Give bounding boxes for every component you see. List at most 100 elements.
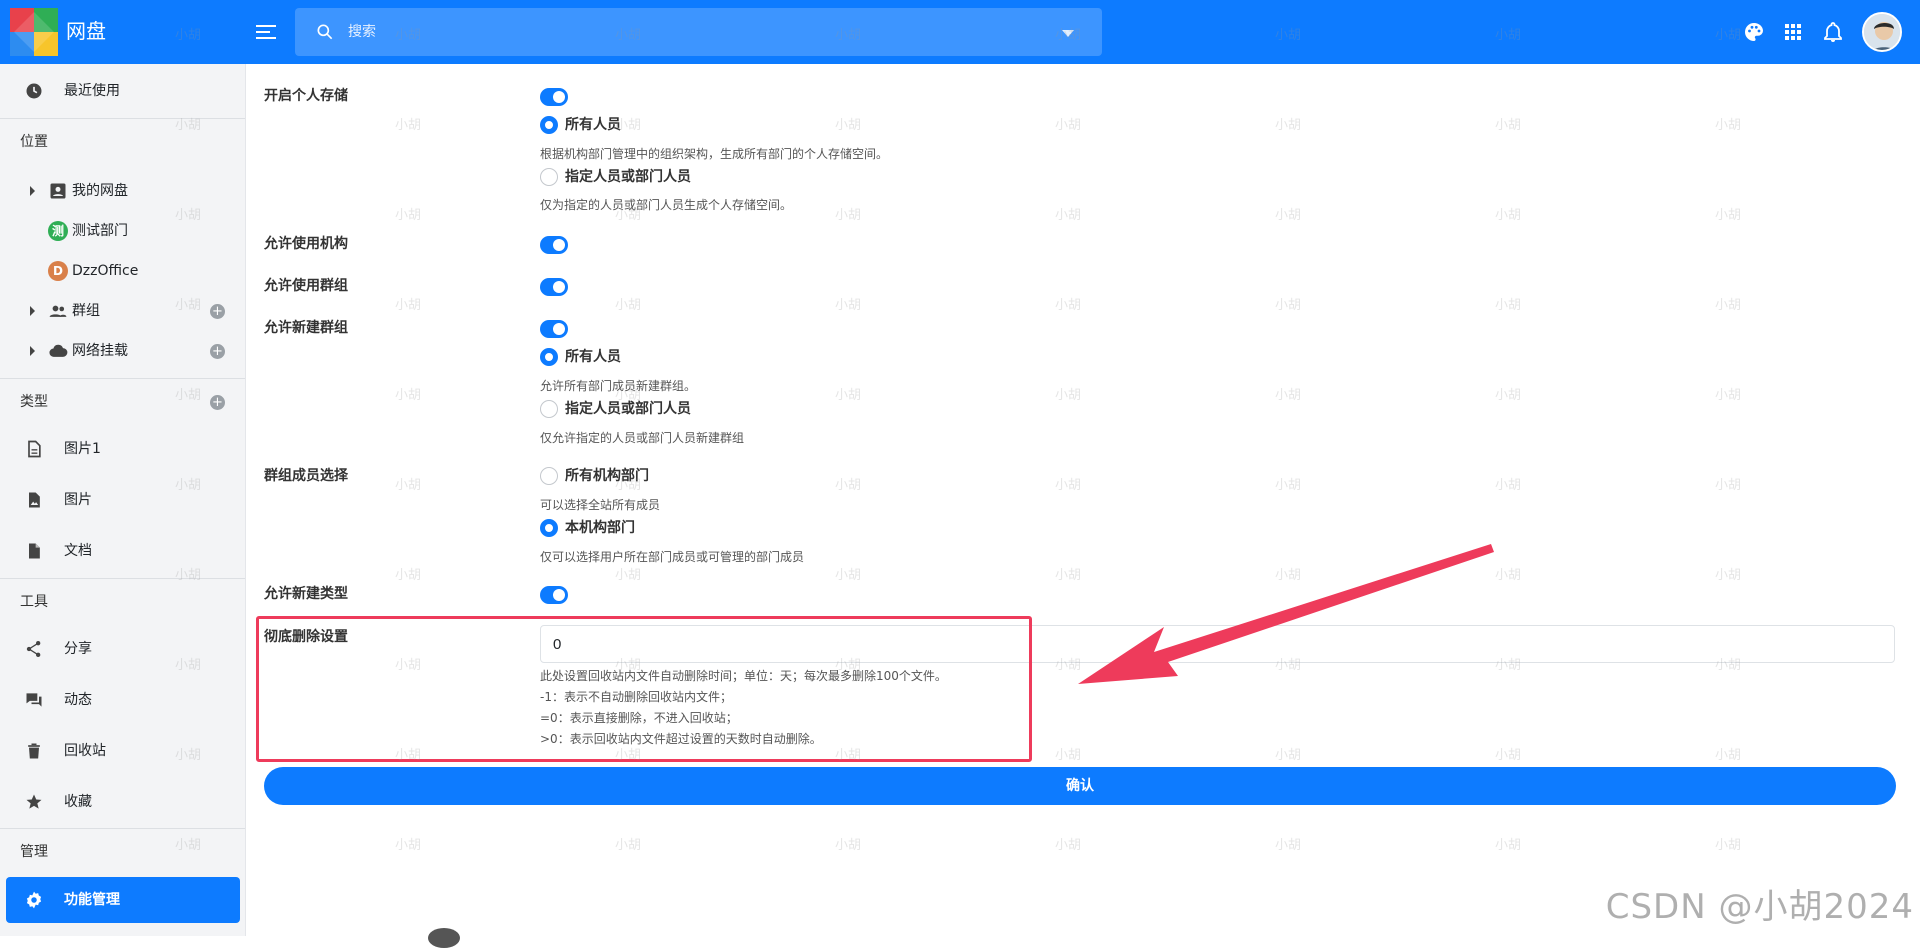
sidebar-item-feature-management[interactable]: 功能管理 bbox=[6, 877, 240, 923]
dept-badge-icon: 测 bbox=[48, 221, 68, 241]
allow-group-toggle[interactable] bbox=[540, 278, 568, 296]
sidebar-item-label: 收藏 bbox=[64, 792, 92, 812]
personal-storage-radio-all[interactable]: 所有人员 bbox=[540, 114, 940, 136]
hint-text: 仅可以选择用户所在部门成员或可管理的部门成员 bbox=[540, 549, 804, 565]
apps-grid-icon[interactable] bbox=[1781, 20, 1805, 44]
divider bbox=[0, 378, 245, 379]
sidebar-item-recent[interactable]: 最近使用 bbox=[0, 68, 245, 114]
allow-new-group-toggle[interactable] bbox=[540, 320, 568, 338]
sidebar-item-recycle-bin[interactable]: 回收站 bbox=[0, 728, 245, 774]
watermark-text: 小胡 bbox=[395, 204, 421, 223]
expand-arrow-icon[interactable] bbox=[30, 186, 35, 196]
watermark-text: 小胡 bbox=[615, 654, 641, 673]
org-badge-icon: D bbox=[48, 261, 68, 281]
watermark-text: 小胡 bbox=[1495, 474, 1521, 493]
add-type-button[interactable]: + bbox=[210, 395, 225, 410]
section-header-types: 类型 bbox=[20, 392, 48, 412]
image-file-icon bbox=[24, 490, 44, 510]
radio-dot[interactable] bbox=[540, 116, 558, 134]
sidebar-item-activity[interactable]: 动态 bbox=[0, 677, 245, 723]
sidebar-item-share[interactable]: 分享 bbox=[0, 626, 245, 672]
watermark-text: 小胡 bbox=[1495, 834, 1521, 853]
add-mount-button[interactable]: + bbox=[210, 344, 225, 359]
watermark-text: 小胡 bbox=[175, 114, 201, 133]
allow-new-type-toggle[interactable] bbox=[540, 586, 568, 604]
tree-item-dzzoffice[interactable]: D DzzOffice bbox=[0, 256, 245, 286]
new-group-radio-specific[interactable]: 指定人员或部门人员 bbox=[540, 398, 940, 420]
app-logo[interactable] bbox=[10, 8, 58, 56]
member-select-radio-own-org[interactable]: 本机构部门 bbox=[540, 517, 940, 539]
sidebar-item-type-3[interactable]: 文档 bbox=[0, 528, 245, 574]
watermark-text: 小胡 bbox=[1055, 834, 1081, 853]
chat-bubbles-icon bbox=[24, 690, 44, 710]
watermark-text: 小胡 bbox=[1055, 744, 1081, 763]
section-header-admin: 管理 bbox=[20, 842, 48, 862]
watermark-text: 小胡 bbox=[1275, 294, 1301, 313]
section-header-location: 位置 bbox=[20, 132, 48, 152]
gear-icon bbox=[24, 890, 44, 910]
watermark-text: 小胡 bbox=[835, 564, 861, 583]
hint-text: 可以选择全站所有成员 bbox=[540, 497, 660, 513]
personal-storage-toggle[interactable] bbox=[540, 88, 568, 106]
tree-item-label: DzzOffice bbox=[72, 261, 138, 281]
tree-item-my-drive[interactable]: 我的网盘 bbox=[0, 176, 245, 206]
sidebar-item-label: 最近使用 bbox=[64, 81, 120, 101]
member-select-radio-all-org[interactable]: 所有机构部门 bbox=[540, 465, 940, 487]
palette-icon[interactable] bbox=[1742, 20, 1766, 44]
sidebar-item-label: 功能管理 bbox=[64, 890, 120, 910]
menu-icon[interactable] bbox=[254, 20, 278, 44]
field-label-allow-org: 允许使用机构 bbox=[264, 234, 348, 254]
watermark-text: 小胡 bbox=[1275, 654, 1301, 673]
radio-dot[interactable] bbox=[540, 467, 558, 485]
radio-dot[interactable] bbox=[540, 400, 558, 418]
sidebar-item-favorites[interactable]: 收藏 bbox=[0, 779, 245, 825]
app-title[interactable]: 网盘 bbox=[66, 16, 106, 46]
sidebar-item-type-2[interactable]: 图片 bbox=[0, 477, 245, 523]
tree-item-test-dept[interactable]: 测 测试部门 bbox=[0, 216, 245, 246]
search-icon bbox=[315, 22, 335, 42]
annotation-highlight-box bbox=[256, 616, 1032, 762]
watermark-text: 小胡 bbox=[1715, 24, 1741, 43]
user-box-icon bbox=[48, 181, 68, 201]
watermark-text: 小胡 bbox=[1275, 24, 1301, 43]
radio-label: 所有人员 bbox=[565, 347, 621, 367]
watermark-text: 小胡 bbox=[395, 834, 421, 853]
user-avatar[interactable] bbox=[1862, 12, 1902, 52]
add-group-button[interactable]: + bbox=[210, 304, 225, 319]
field-label-personal-storage: 开启个人存储 bbox=[264, 86, 348, 106]
expand-arrow-icon[interactable] bbox=[30, 346, 35, 356]
floating-avatar bbox=[428, 928, 460, 948]
radio-dot[interactable] bbox=[540, 168, 558, 186]
watermark-text: 小胡 bbox=[835, 654, 861, 673]
watermark-text: 小胡 bbox=[1275, 384, 1301, 403]
watermark-text: 小胡 bbox=[1055, 114, 1081, 133]
clock-icon bbox=[24, 81, 44, 101]
personal-storage-radio-specific[interactable]: 指定人员或部门人员 bbox=[540, 166, 940, 188]
allow-org-toggle[interactable] bbox=[540, 236, 568, 254]
watermark-text: 小胡 bbox=[1495, 114, 1521, 133]
tree-item-groups[interactable]: 群组 + bbox=[0, 296, 245, 326]
watermark-text: 小胡 bbox=[1055, 564, 1081, 583]
sidebar-item-type-1[interactable]: 图片1 bbox=[0, 426, 245, 472]
watermark-text: 小胡 bbox=[395, 24, 421, 43]
search-input[interactable]: 搜索 bbox=[348, 22, 376, 42]
bell-icon[interactable] bbox=[1821, 20, 1845, 44]
radio-dot[interactable] bbox=[540, 519, 558, 537]
divider bbox=[0, 578, 245, 579]
radio-dot[interactable] bbox=[540, 348, 558, 366]
confirm-button[interactable]: 确认 bbox=[264, 767, 1896, 805]
cloud-icon bbox=[48, 341, 68, 361]
expand-arrow-icon[interactable] bbox=[30, 306, 35, 316]
tree-item-network-mount[interactable]: 网络挂载 + bbox=[0, 336, 245, 366]
hint-text: 仅为指定的人员或部门人员生成个人存储空间。 bbox=[540, 197, 792, 213]
watermark-text: 小胡 bbox=[175, 294, 201, 313]
new-group-radio-all[interactable]: 所有人员 bbox=[540, 346, 940, 368]
section-header-tools: 工具 bbox=[20, 592, 48, 612]
watermark-text: 小胡 bbox=[395, 384, 421, 403]
tree-item-label: 网络挂载 bbox=[72, 341, 128, 361]
sidebar-item-label: 文档 bbox=[64, 541, 92, 561]
watermark-text: 小胡 bbox=[1715, 204, 1741, 223]
radio-label: 本机构部门 bbox=[565, 518, 635, 538]
sidebar-item-label: 动态 bbox=[64, 690, 92, 710]
watermark-text: 小胡 bbox=[1055, 24, 1081, 43]
